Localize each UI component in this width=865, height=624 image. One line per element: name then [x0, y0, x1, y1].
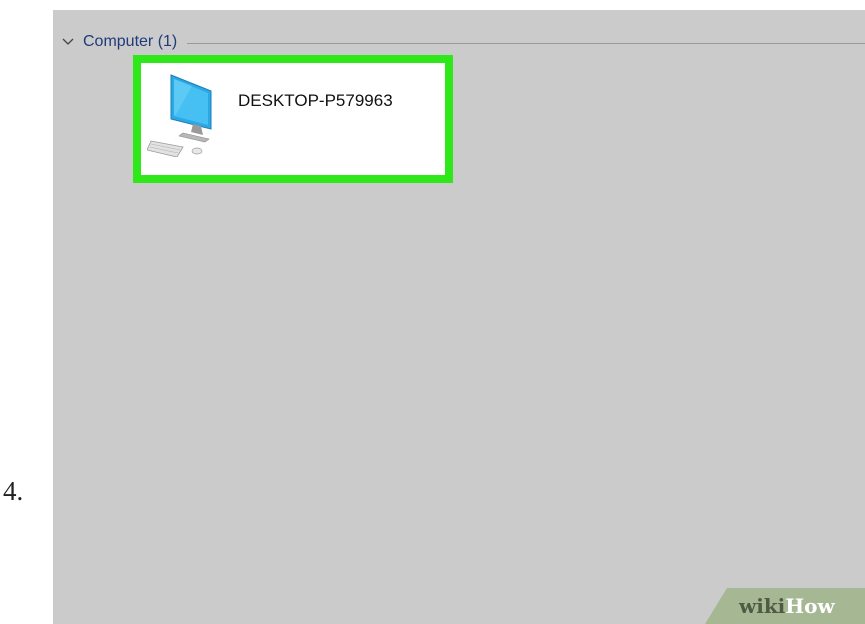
desktop-computer-icon	[146, 73, 227, 158]
watermark-wiki-text: wiki	[739, 594, 786, 618]
watermark-how-text: How	[785, 594, 835, 618]
network-computer-item[interactable]: DESKTOP-P579963	[133, 55, 453, 183]
computer-name-label: DESKTOP-P579963	[238, 91, 393, 110]
computer-group-header[interactable]: Computer (1)	[61, 30, 865, 54]
wikihow-watermark: wiki How	[705, 588, 865, 624]
group-divider	[187, 42, 865, 44]
step-number: 4.	[3, 476, 24, 506]
chevron-down-icon[interactable]	[61, 35, 75, 49]
network-explorer-pane: Computer (1) DESKTOP-P579963 wiki How	[53, 10, 865, 624]
group-label: Computer (1)	[83, 33, 178, 50]
page: 4. Computer (1) DESKTOP-P579963 wiki How	[0, 0, 865, 624]
